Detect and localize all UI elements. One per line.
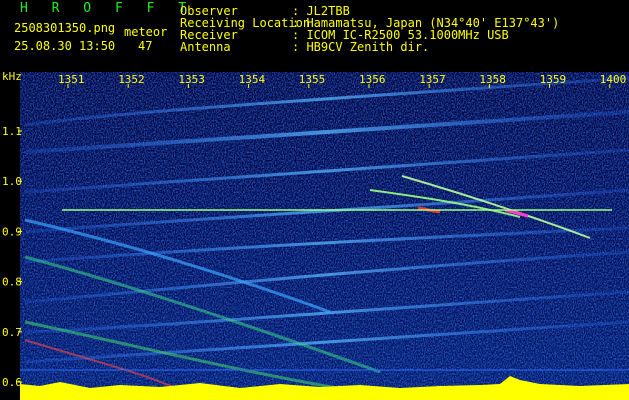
file-name: 2508301350.png <box>14 21 116 35</box>
time-tick-label: 1354 <box>239 73 266 86</box>
info-header: H R O F F T 2508301350.png meteor 25.08.… <box>0 0 629 72</box>
time-tick-label: 1400 <box>600 73 627 86</box>
app-title: H R O F F T <box>20 1 195 16</box>
freq-unit-label: kHz <box>2 72 22 83</box>
time-tick-label: 1357 <box>419 73 446 86</box>
antenna-value: : HB9CV Zenith dir. <box>292 40 430 54</box>
capture-datetime: 25.08.30 13:50 <box>14 39 116 53</box>
antenna-label: Antenna <box>180 40 231 54</box>
freq-axis: 1.11.00.90.80.70.6 <box>2 125 22 389</box>
spectrogram: kHz 1351 1352 1353 1354 1355 1356 1357 1358 1359… <box>2 72 629 400</box>
time-tick-label: 1356 <box>359 73 386 86</box>
time-tick-label: 1353 <box>178 73 205 86</box>
time-tick-label: 1351 <box>58 73 85 86</box>
time-tick-label: 1359 <box>540 73 567 86</box>
time-tick-label: 1355 <box>299 73 326 86</box>
time-tick-label: 1352 <box>118 73 145 86</box>
meteor-count: 47 <box>138 39 153 53</box>
time-tick-label: 1358 <box>479 73 506 86</box>
mode-label: meteor <box>124 25 168 39</box>
